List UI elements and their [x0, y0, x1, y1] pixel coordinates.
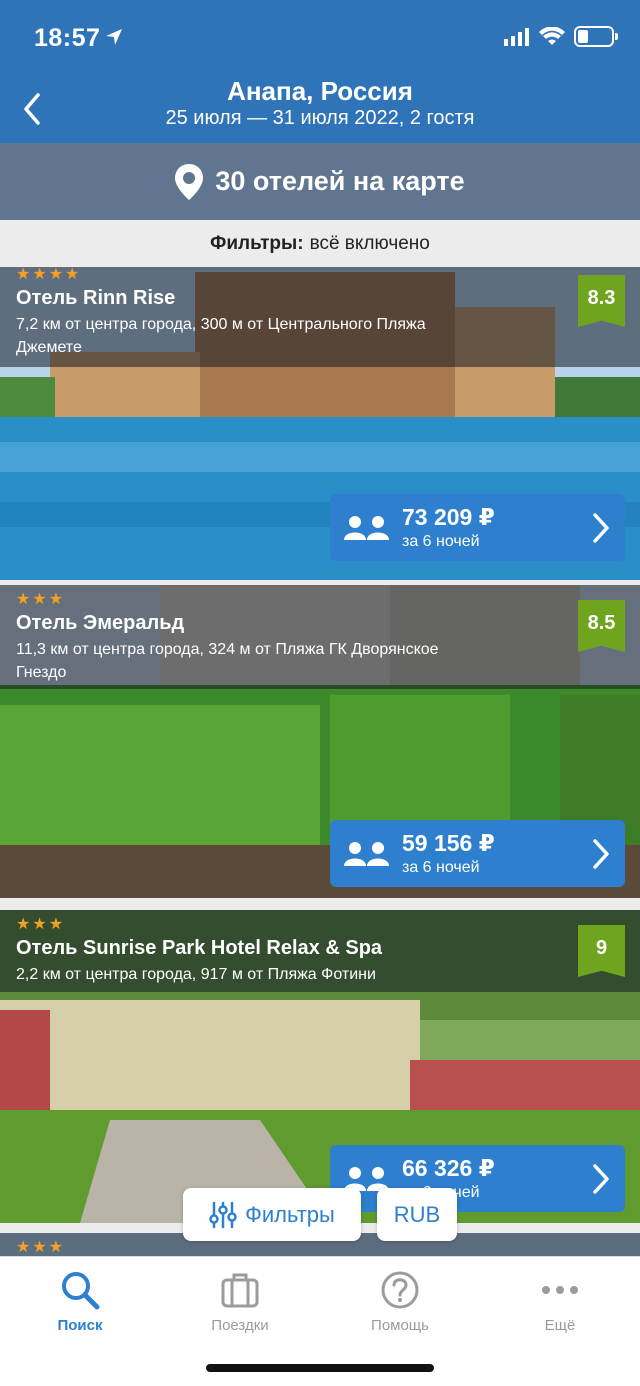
status-icons	[504, 26, 618, 47]
home-indicator	[206, 1364, 434, 1372]
filters-label: Фильтры:	[210, 232, 304, 254]
rating-badge: 8.3	[578, 275, 625, 327]
hotel-info-overlay: ★★★ Отель Sunrise Park Hotel Relax & Spa…	[0, 910, 640, 992]
status-time: 18:57	[34, 24, 101, 52]
wifi-icon	[539, 26, 565, 45]
price-button[interactable]: 73 209 ₽ за 6 ночей	[330, 494, 625, 561]
filters-value: всё включено	[309, 232, 430, 254]
hotel-info-overlay: ★★★★ Отель Rinn Rise 7,2 км от центра го…	[0, 267, 640, 367]
tab-trips[interactable]: Поездки	[160, 1267, 320, 1334]
help-icon	[381, 1271, 419, 1309]
star-rating: ★★★	[16, 916, 66, 933]
suitcase-icon	[221, 1273, 259, 1308]
hotel-card[interactable]: ★★★ Отель Sunrise Park Hotel Relax & Spa…	[0, 910, 640, 1223]
hotel-distance: 7,2 км от центра города, 300 м от Центра…	[16, 316, 426, 356]
rating-badge: 9	[578, 925, 625, 977]
price-button[interactable]: 59 156 ₽ за 6 ночей	[330, 820, 625, 887]
battery-icon	[574, 26, 618, 47]
filters-button[interactable]: Фильтры	[183, 1188, 361, 1241]
location-arrow-icon	[104, 27, 124, 52]
star-rating: ★★★★	[16, 267, 82, 283]
hotel-name: Отель Sunrise Park Hotel Relax & Spa	[16, 937, 383, 959]
hotel-distance: 11,3 км от центра города, 324 м от Пляжа…	[16, 641, 439, 681]
tab-label: Помощь	[371, 1317, 429, 1334]
more-icon	[542, 1286, 578, 1294]
map-button-label: 30 отелей на карте	[215, 166, 465, 196]
guests-icon	[344, 841, 389, 866]
search-icon	[62, 1272, 100, 1310]
signal-icon	[504, 27, 529, 46]
guests-icon	[344, 515, 389, 540]
price-period: за 6 ночей	[402, 533, 480, 550]
hotel-card[interactable]: ★★★ Отель Эмеральд 11,3 км от центра гор…	[0, 585, 640, 898]
page-title: Анапа, Россия	[227, 76, 413, 106]
tab-help[interactable]: Помощь	[320, 1267, 480, 1334]
tab-label: Поездки	[211, 1317, 269, 1334]
map-pin-icon	[175, 163, 204, 200]
hotel-name: Отель Эмеральд	[16, 612, 185, 634]
currency-button[interactable]: RUB	[377, 1188, 457, 1241]
app-header: 18:57 Анапа, Россия 25 июля — 31 июля 20…	[0, 0, 640, 143]
filters-button-label: Фильтры	[245, 1201, 335, 1227]
map-button[interactable]: 30 отелей на карте	[0, 143, 640, 220]
tab-more[interactable]: Ещё	[480, 1267, 640, 1334]
chevron-right-icon	[593, 1164, 609, 1194]
price-value: 59 156 ₽	[402, 830, 495, 856]
page-subtitle: 25 июля — 31 июля 2022, 2 гостя	[165, 107, 475, 129]
star-rating: ★★★	[16, 591, 66, 608]
price-period: за 6 ночей	[402, 859, 480, 876]
tab-label: Ещё	[544, 1317, 576, 1334]
price-button[interactable]: 66 326 ₽ за 6 ночей	[330, 1145, 625, 1212]
hotel-name: Отель Rinn Rise	[16, 287, 176, 309]
price-value: 66 326 ₽	[402, 1155, 495, 1181]
tab-label: Поиск	[57, 1317, 103, 1334]
hotel-info-overlay: ★★★ Отель Эмеральд 11,3 км от центра гор…	[0, 585, 640, 689]
star-rating: ★★★	[16, 1239, 66, 1256]
hotel-card[interactable]: ★★★★ Отель Rinn Rise 7,2 км от центра го…	[0, 267, 640, 580]
chevron-right-icon	[593, 839, 609, 869]
hotel-distance: 2,2 км от центра города, 917 м от Пляжа …	[16, 966, 376, 983]
sliders-icon	[209, 1201, 237, 1228]
active-filters-bar[interactable]: Фильтры: всё включено	[0, 220, 640, 267]
currency-button-label: RUB	[393, 1201, 441, 1227]
chevron-right-icon	[593, 513, 609, 543]
price-value: 73 209 ₽	[402, 504, 495, 530]
tab-search[interactable]: Поиск	[0, 1267, 160, 1334]
rating-badge: 8.5	[578, 600, 625, 652]
